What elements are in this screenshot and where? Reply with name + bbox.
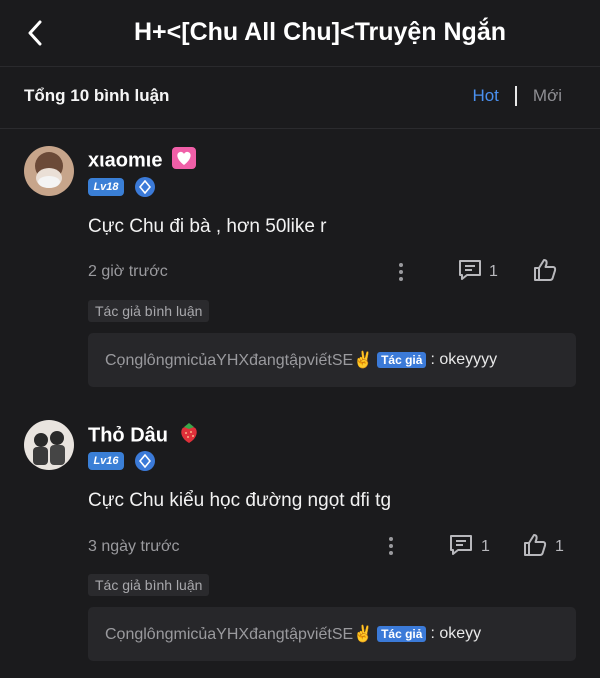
username[interactable]: xιaomιe [88, 147, 197, 175]
reply-count: 1 [489, 263, 498, 280]
divider [0, 128, 600, 129]
more-options-icon[interactable] [386, 535, 396, 557]
level-badge: Lv16 [88, 452, 124, 470]
author-commented-tag: Tác giả bình luận [88, 300, 210, 322]
comment-text: Cực Chu kiểu học đường ngọt dfi tg [88, 490, 392, 511]
avatar[interactable] [24, 146, 74, 196]
chevron-left-icon [28, 20, 42, 46]
page-title: H+<[Chu All Chu]<Truyện Ngắn [133, 18, 507, 46]
sort-hot-tab[interactable]: Hot [472, 86, 498, 106]
top-bar: H+<[Chu All Chu]<Truyện Ngắn [0, 0, 600, 67]
reply-username: CọnglôngmicủaYHXđangtậpviếtSE✌️ [105, 626, 374, 643]
reply-count: 1 [481, 538, 490, 555]
username[interactable]: Thỏ Dâu [88, 421, 200, 451]
back-button[interactable] [20, 18, 50, 48]
author-reply[interactable]: CọnglôngmicủaYHXđangtậpviếtSE✌️ Tác giả … [88, 333, 576, 387]
like-count: 1 [555, 538, 564, 555]
author-reply[interactable]: CọnglôngmicủaYHXđangtậpviếtSE✌️ Tác giả … [88, 607, 576, 661]
author-badge: Tác giả [377, 352, 427, 368]
verified-icon [135, 451, 155, 471]
sort-new-tab[interactable]: Mới [533, 86, 562, 106]
verified-icon [135, 177, 155, 197]
sort-divider [514, 86, 517, 106]
reply-icon[interactable] [448, 533, 474, 557]
reply-text: : okeyyyy [430, 351, 498, 368]
strawberry-icon [178, 421, 200, 451]
comment-text: Cực Chu đi bà , hơn 50like r [88, 216, 327, 237]
reply-text: : okeyy [430, 625, 482, 642]
more-options-icon[interactable] [396, 261, 406, 283]
username-text: Thỏ Dâu [88, 424, 168, 447]
level-badge: Lv18 [88, 178, 124, 196]
comment-count: Tổng 10 bình luận [24, 86, 170, 105]
author-badge: Tác giả [377, 626, 427, 642]
comment-toolbar: Tổng 10 bình luận Hot Mới [0, 66, 600, 128]
reply-username: CọnglôngmicủaYHXđangtậpviếtSE✌️ [105, 352, 374, 369]
username-text: xιaomιe [88, 149, 163, 172]
comment-time: 2 giờ trước [88, 263, 168, 280]
avatar[interactable] [24, 420, 74, 470]
thumbs-up-icon[interactable] [532, 258, 558, 282]
author-commented-tag: Tác giả bình luận [88, 574, 210, 596]
heart-badge-icon [172, 147, 197, 175]
comment-time: 3 ngày trước [88, 538, 180, 555]
thumbs-up-icon[interactable] [522, 533, 548, 557]
sort-switch: Hot Mới [472, 86, 562, 106]
reply-icon[interactable] [457, 258, 483, 282]
